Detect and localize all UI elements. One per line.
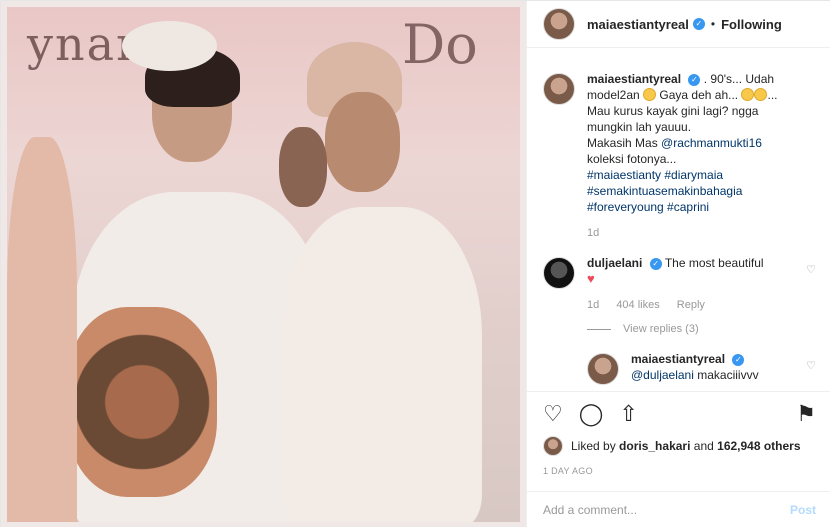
caption-text-5: koleksi fotonya...	[587, 152, 677, 166]
verified-icon: ✓	[688, 73, 701, 86]
post-date[interactable]: 1 DAY AGO	[543, 466, 816, 476]
comment-text: The most beautiful	[664, 256, 764, 270]
verified-icon: ✓	[649, 257, 662, 270]
post-header: maiaestiantyreal ✓ • Following	[527, 1, 830, 48]
caption-row: maiaestiantyreal ✓ . 90's... Udah model2…	[543, 71, 816, 241]
verified-icon: ✓	[692, 18, 705, 30]
likes-middle: and	[693, 439, 714, 453]
reply-avatar[interactable]	[587, 353, 619, 385]
actions-section: ♡ ◯ ⇧ ⚑ Liked by doris_hakari and 162,94…	[527, 391, 830, 476]
comment-body: duljaelani ✓ The most beautiful ♥ 1d 404…	[587, 255, 797, 313]
commenter-avatar[interactable]	[543, 257, 575, 289]
like-icon[interactable]: ♡	[543, 403, 563, 425]
reply-username[interactable]: maiaestiantyreal	[631, 352, 725, 366]
caption-avatar[interactable]	[543, 73, 575, 105]
replies-line	[587, 328, 611, 330]
bookmark-icon[interactable]: ⚑	[796, 403, 816, 425]
photo-banner-right: Do	[402, 13, 478, 76]
commenter-username[interactable]: duljaelani	[587, 256, 642, 270]
author-avatar[interactable]	[543, 8, 575, 40]
liker-username[interactable]: doris_hakari	[619, 439, 690, 453]
figure-left-headpiece	[122, 21, 217, 71]
likes-prefix: Liked by	[571, 439, 616, 453]
caption-time[interactable]: 1d	[587, 227, 599, 239]
action-icons: ♡ ◯ ⇧ ⚑	[543, 392, 816, 436]
reply-like-icon[interactable]: ♡	[806, 359, 816, 372]
comment-like-icon[interactable]: ♡	[806, 263, 816, 276]
add-comment-input[interactable]: Add a comment...	[543, 503, 790, 517]
author-username[interactable]: maiaestiantyreal	[587, 17, 689, 32]
caption-meta: 1d	[587, 225, 797, 241]
post-side-panel: maiaestiantyreal ✓ • Following maiaestia…	[526, 1, 830, 527]
liker-avatar[interactable]	[543, 436, 563, 456]
grin-emoji-icon	[741, 88, 755, 101]
separator-dot: •	[710, 17, 716, 31]
red-heart-emoji-icon: ♥	[587, 271, 595, 286]
caption-text-4: Makasih Mas	[587, 136, 658, 150]
comments-list[interactable]: maiaestiantyreal ✓ . 90's... Udah model2…	[527, 49, 830, 391]
reply-text: makaciiivvv	[697, 368, 759, 382]
verified-icon: ✓	[732, 353, 745, 366]
caption-username[interactable]: maiaestiantyreal	[587, 72, 681, 86]
post-comment-button[interactable]: Post	[790, 503, 816, 517]
comment-likes[interactable]: 404 likes	[616, 299, 659, 311]
figure-bg-man	[279, 127, 327, 207]
photo-frame: ynami Do	[7, 7, 520, 522]
view-replies-label[interactable]: View replies (3)	[623, 323, 699, 335]
likes-summary: Liked by doris_hakari and 162,948 others	[543, 436, 816, 456]
reply-button[interactable]: Reply	[677, 299, 705, 311]
comment-row: duljaelani ✓ The most beautiful ♥ 1d 404…	[543, 255, 816, 313]
instagram-post: ynami Do maiaestiantyreal ✓ • Following	[0, 0, 830, 527]
figure-right-dress	[282, 207, 482, 522]
view-replies[interactable]: View replies (3)	[587, 323, 816, 335]
comment-meta: 1d 404 likes Reply	[587, 297, 797, 313]
caption-text-2: Gaya deh ah...	[659, 88, 739, 102]
add-comment-bar: Add a comment... Post	[527, 491, 830, 527]
likes-count[interactable]: 162,948 others	[717, 439, 800, 453]
figure-right-head	[325, 92, 400, 192]
caption-body: maiaestiantyreal ✓ . 90's... Udah model2…	[587, 71, 797, 241]
caption-hashtags[interactable]: #maiaestianty #diarymaia #semakintuasema…	[587, 168, 742, 214]
caption-mention[interactable]: @rachmanmukti16	[661, 136, 762, 150]
reply-mention[interactable]: @duljaelani	[631, 368, 694, 382]
grin-emoji-icon	[643, 88, 657, 101]
following-button[interactable]: Following	[721, 17, 782, 32]
post-photo[interactable]: ynami Do	[1, 1, 526, 527]
bouquet	[67, 307, 217, 497]
share-icon[interactable]: ⇧	[619, 403, 637, 425]
grin-emoji-icon	[754, 88, 768, 101]
reply-row: maiaestiantyreal ✓ @duljaelani makaciiiv…	[587, 351, 816, 385]
reply-body: maiaestiantyreal ✓ @duljaelani makaciiiv…	[631, 351, 791, 385]
comment-icon[interactable]: ◯	[579, 403, 604, 425]
figure-bg-left	[7, 137, 77, 522]
comment-time[interactable]: 1d	[587, 299, 599, 311]
